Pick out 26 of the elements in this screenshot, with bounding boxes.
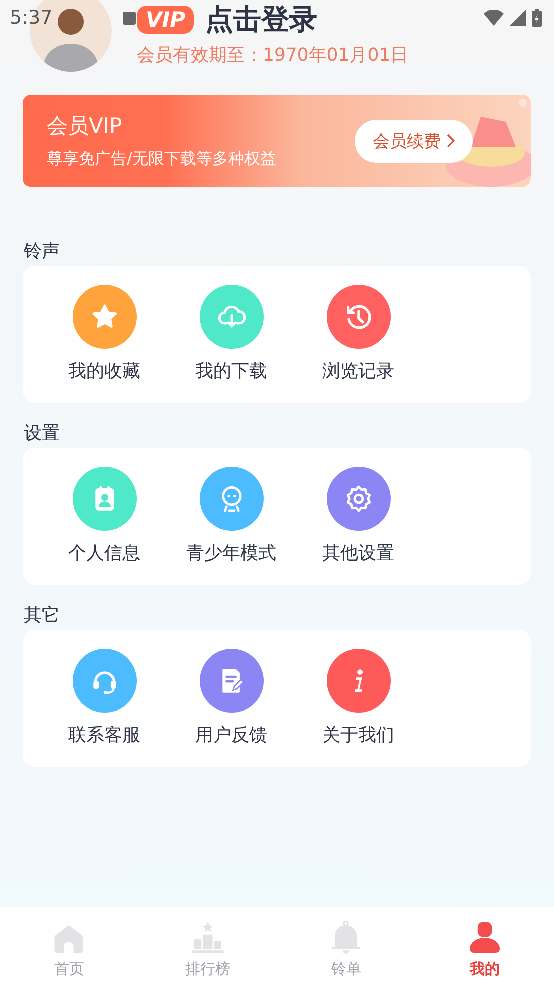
renew-button[interactable]: 会员续费 <box>355 120 473 162</box>
menu-item[interactable]: 其他设置 <box>295 448 422 585</box>
battery-icon <box>532 9 542 27</box>
chevron-right-icon <box>447 134 455 148</box>
banner-title: 会员VIP <box>47 113 124 140</box>
menu-item[interactable]: 青少年模式 <box>168 448 295 585</box>
menu-item[interactable]: 联系客服 <box>41 630 168 767</box>
menu-item[interactable]: 我的收藏 <box>41 266 168 403</box>
section-title: 设置 <box>24 422 61 446</box>
nav-tab[interactable]: 我的 <box>416 907 554 985</box>
menu-item[interactable]: 浏览记录 <box>295 266 422 403</box>
banner-subtitle: 尊享免广告/无限下载等多种权益 <box>47 149 276 170</box>
signal-icon <box>510 10 526 26</box>
vip-banner[interactable]: 会员VIP 尊享免广告/无限下载等多种权益 会员续费 <box>23 95 531 187</box>
login-link[interactable]: 点击登录 <box>205 1 318 39</box>
menu-item[interactable]: 个人信息 <box>41 448 168 585</box>
vip-badge: VIP <box>137 6 194 34</box>
notification-icon <box>122 12 136 24</box>
status-time: 5:37 <box>10 7 53 29</box>
section-title: 铃声 <box>24 240 61 264</box>
wifi-icon <box>484 10 504 26</box>
menu-item[interactable]: 用户反馈 <box>168 630 295 767</box>
menu-item[interactable]: 关于我们 <box>295 630 422 767</box>
menu-item[interactable]: 我的下载 <box>168 266 295 403</box>
section-title: 其它 <box>24 604 61 628</box>
membership-expiry: 会员有效期至：1970年01月01日 <box>137 44 409 67</box>
